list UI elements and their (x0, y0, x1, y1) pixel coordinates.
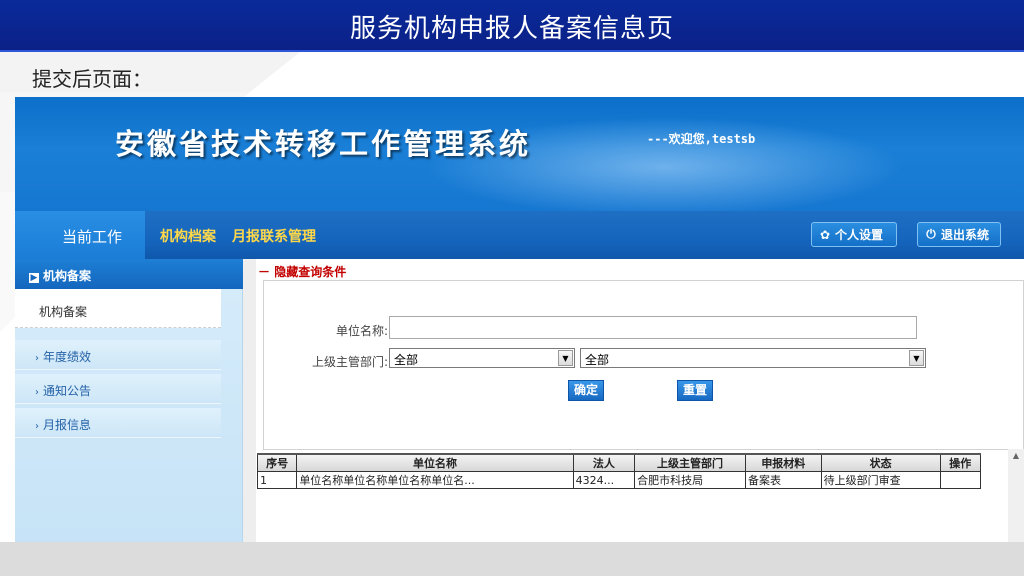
sidebar-item-org-record[interactable]: 机构备案 (15, 289, 221, 328)
personal-settings-label: 个人设置 (835, 228, 884, 242)
dept-select-level1-value: 全部 (394, 353, 419, 367)
content-scrollbar[interactable]: ▲ (1008, 449, 1024, 542)
col-header-unit-name[interactable]: 单位名称 (296, 453, 574, 472)
dropdown-arrow-icon[interactable]: ▼ (558, 350, 573, 366)
col-header-index[interactable]: 序号 (256, 453, 298, 472)
unit-name-label: 单位名称: (335, 324, 388, 338)
logout-label: 退出系统 (941, 228, 990, 242)
dropdown-arrow-icon[interactable]: ▼ (909, 350, 924, 366)
sidebar-item-monthly-info[interactable]: › 月报信息 (15, 408, 221, 438)
sidebar: ▶ 机构备案 机构备案 › 年度绩效 › 通知公告 › 月报信息 (15, 259, 243, 542)
sidebar-item-annual-performance[interactable]: › 年度绩效 (15, 340, 221, 370)
sidebar-header-label: 机构备案 (43, 269, 92, 283)
expand-arrow-icon: ▶ (29, 273, 39, 283)
sidebar-item-label: 年度绩效 (43, 350, 92, 364)
results-table: 序号 单位名称 法人 上级主管部门 申报材料 状态 操作 1 单位名称单位名称单… (256, 453, 982, 489)
system-title: 安徽省技术转移工作管理系统 (115, 127, 532, 161)
table-header-row: 序号 单位名称 法人 上级主管部门 申报材料 状态 操作 (256, 453, 982, 472)
chevron-right-icon: › (35, 421, 39, 432)
main-content: － 隐藏查询条件 单位名称: 上级主管部门: 全部 ▼ 全部 ▼ 确定 重置 序… (256, 259, 1024, 542)
logout-button[interactable]: ⏻ 退出系统 (917, 222, 1001, 247)
table-row[interactable]: 1 单位名称单位名称单位名称单位名... 4324... 合肥市科技局 备案表 … (256, 471, 982, 489)
dept-select-level2-value: 全部 (585, 353, 610, 367)
sidebar-header[interactable]: ▶ 机构备案 (15, 259, 243, 289)
app-header: 安徽省技术转移工作管理系统 ---欢迎您,testsb (15, 97, 1024, 217)
cell-unit-name[interactable]: 单位名称单位名称单位名称单位名... (296, 471, 574, 489)
cell-status: 待上级部门审查 (820, 471, 941, 489)
sidebar-scrollbar[interactable] (243, 259, 256, 542)
slide-bottom-bar (0, 542, 1024, 576)
gear-icon: ✿ (819, 227, 831, 242)
query-panel: 单位名称: 上级主管部门: 全部 ▼ 全部 ▼ 确定 重置 (263, 280, 1024, 450)
cell-legal-person: 4324... (572, 471, 636, 489)
slide-title-bar: 服务机构申报人备案信息页 (0, 0, 1024, 52)
collapse-icon: － (258, 265, 271, 279)
cell-materials[interactable]: 备案表 (745, 471, 822, 489)
dept-select-level1[interactable]: 全部 ▼ (389, 348, 575, 368)
app-screenshot: 安徽省技术转移工作管理系统 ---欢迎您,testsb 当前工作 机构档案 月报… (15, 97, 1024, 542)
scroll-up-icon[interactable]: ▲ (1008, 451, 1024, 460)
slide-title: 服务机构申报人备案信息页 (349, 14, 674, 44)
reset-button[interactable]: 重置 (677, 380, 713, 401)
cell-superior-dept: 合肥市科技局 (634, 471, 746, 489)
welcome-text: ---欢迎您,testsb (647, 132, 756, 146)
cell-actions[interactable] (939, 471, 982, 489)
personal-settings-button[interactable]: ✿ 个人设置 (811, 222, 897, 247)
col-header-materials[interactable]: 申报材料 (745, 453, 822, 472)
hide-query-toggle[interactable]: － 隐藏查询条件 (258, 263, 346, 280)
confirm-button[interactable]: 确定 (568, 380, 604, 401)
tab-org-archive[interactable]: 机构档案 (160, 226, 216, 246)
sidebar-item-notices[interactable]: › 通知公告 (15, 374, 221, 404)
chevron-right-icon: › (35, 387, 39, 398)
cell-index: 1 (256, 471, 298, 489)
tab-monthly-report[interactable]: 月报联系管理 (232, 226, 316, 246)
col-header-legal-person[interactable]: 法人 (572, 453, 636, 472)
power-icon: ⏻ (926, 227, 936, 241)
unit-name-input[interactable] (389, 316, 917, 339)
tab-current-work[interactable]: 当前工作 (62, 226, 122, 247)
sidebar-item-label: 通知公告 (43, 384, 92, 398)
col-header-actions[interactable]: 操作 (939, 453, 982, 472)
slide-subtitle: 提交后页面： (32, 67, 152, 91)
dept-label: 上级主管部门: (311, 355, 388, 369)
chevron-right-icon: › (35, 353, 39, 364)
col-header-status[interactable]: 状态 (820, 453, 941, 472)
sidebar-item-label: 月报信息 (43, 418, 92, 432)
col-header-superior-dept[interactable]: 上级主管部门 (634, 453, 746, 472)
dept-select-level2[interactable]: 全部 ▼ (580, 348, 926, 368)
hide-query-label: 隐藏查询条件 (274, 265, 347, 279)
